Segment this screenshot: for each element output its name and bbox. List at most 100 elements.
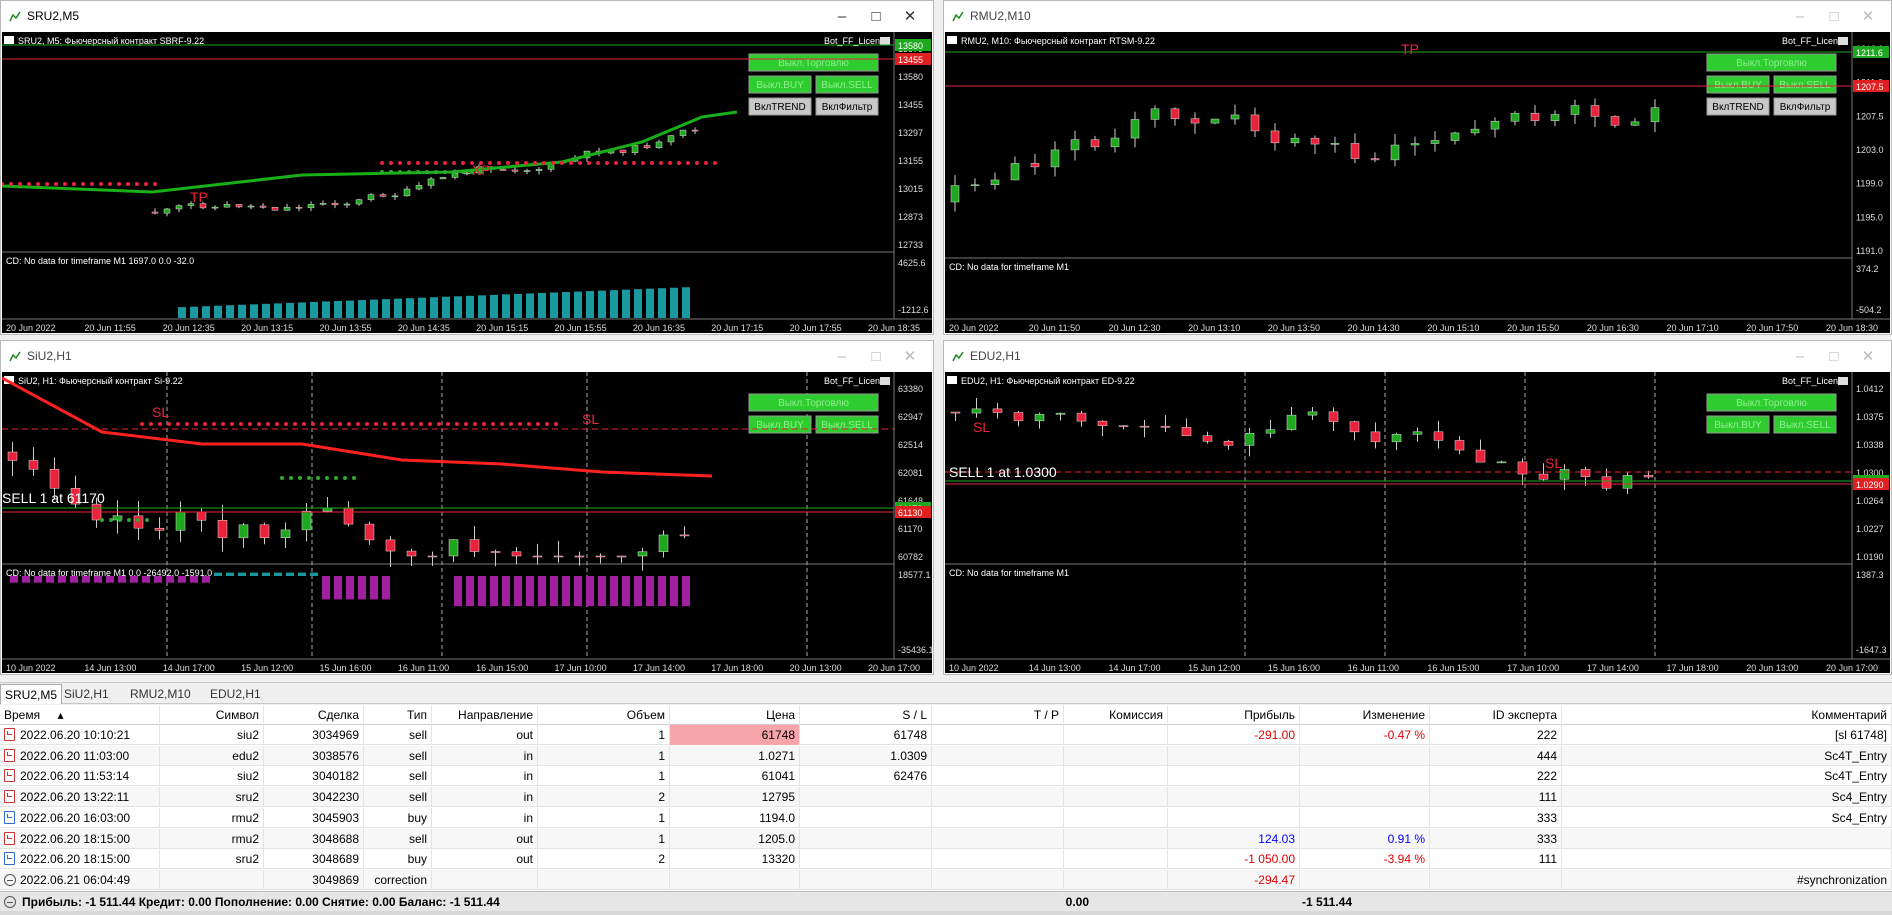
table-row[interactable]: 2022.06.20 13:22:11 sru2 3042230 sell in 2 127…	[0, 787, 1892, 808]
cell-type: sell	[364, 766, 432, 787]
signal-dot	[545, 422, 549, 426]
table-row[interactable]: 2022.06.20 18:15:00 sru2 3048689 buy out 2 133…	[0, 849, 1892, 870]
chart-window-rmu2[interactable]: RMU2,M10 – □ ✕ 1212.01211.61207.51203.01…	[943, 0, 1892, 335]
maximize-button[interactable]: □	[1817, 1, 1851, 32]
candle-body	[1454, 440, 1465, 451]
trend-toggle-button-label[interactable]: ВклTREND	[1712, 102, 1763, 113]
signal-dot	[551, 161, 555, 165]
window-title-bar[interactable]: SRU2,M5	[1, 1, 933, 32]
chart-icon	[9, 351, 21, 362]
price-chart[interactable]: 1357913580134551329713155130151287312733…	[2, 32, 932, 333]
price-chart[interactable]: 63380 62947 62514 62081 61648 61170 60782 18577…	[2, 372, 932, 673]
maximize-button[interactable]: □	[859, 1, 893, 32]
cell-type: sell	[364, 828, 432, 849]
time-scale-label: 20 Jun 15:50	[1507, 323, 1559, 333]
trend-toggle-button-label[interactable]: ВклTREND	[754, 102, 805, 113]
chart-window-sru2[interactable]: SRU2,M5 – □ ✕ 13579135801345513297131551…	[0, 0, 934, 335]
maximize-button[interactable]: □	[1817, 341, 1851, 372]
close-button[interactable]: ✕	[893, 1, 927, 32]
chart-canvas[interactable]: 1357913580134551329713155130151287312733…	[2, 32, 932, 333]
minimize-button[interactable]: –	[825, 341, 859, 372]
toggle-buy-button-label[interactable]: Выкл.BUY	[1714, 420, 1762, 431]
price-scale-label: 63380	[898, 384, 923, 394]
cell-symbol: sru2	[160, 787, 264, 808]
signal-dot	[63, 182, 67, 186]
histogram-bar	[214, 572, 222, 576]
histogram-bar	[466, 295, 474, 318]
filter-toggle-button-label[interactable]: ВклФильтр	[822, 102, 873, 113]
close-button[interactable]: ✕	[1851, 341, 1885, 372]
toggle-trading-button-label[interactable]: Выкл.Торговлю	[1736, 58, 1807, 69]
histogram-bar	[166, 576, 174, 583]
minimize-button[interactable]: –	[1783, 341, 1817, 372]
column-header[interactable]: Тип	[364, 705, 432, 725]
column-header[interactable]: Комментарий	[1562, 705, 1892, 725]
tab-siu2[interactable]: SiU2,H1	[60, 684, 113, 704]
chart-window-siu2[interactable]: SiU2,H1 – □ ✕ 63380 62947 62514 62081 61648 6…	[0, 340, 934, 675]
column-header[interactable]: Направление	[432, 705, 538, 725]
chart-canvas[interactable]: 1212.01211.61207.51203.01199.01195.01191…	[945, 32, 1890, 333]
table-row[interactable]: 2022.06.20 11:03:00 edu2 3038576 sell in 1 1.0…	[0, 745, 1892, 766]
column-header[interactable]: S / L	[800, 705, 932, 725]
column-header[interactable]: Прибыль	[1168, 705, 1300, 725]
filter-toggle-button-label[interactable]: ВклФильтр	[1780, 102, 1831, 113]
window-buttons: – □ ✕	[825, 341, 927, 372]
signal-dot	[293, 422, 297, 426]
toggle-sell-button-label[interactable]: Выкл.SELL	[821, 80, 873, 91]
close-button[interactable]: ✕	[1851, 1, 1885, 32]
table-row[interactable]: 2022.06.20 11:53:14 siu2 3040182 sell in 1 610…	[0, 766, 1892, 787]
column-header[interactable]: Цена	[670, 705, 800, 725]
column-header[interactable]: Сделка	[264, 705, 364, 725]
toggle-sell-button-label[interactable]: Выкл.SELL	[1779, 420, 1831, 431]
chart-window-edu2[interactable]: EDU2,H1 – □ ✕ 1.0412 1.0375 1.0338 1.0300 1.…	[943, 340, 1892, 675]
table-row[interactable]: 2022.06.20 18:15:00 rmu2 3048688 sell out 1 12…	[0, 828, 1892, 849]
maximize-button[interactable]: □	[859, 341, 893, 372]
column-header[interactable]: Объем	[538, 705, 670, 725]
column-header[interactable]: ID эксперта	[1430, 705, 1562, 725]
time-scale-label: 20 Jun 17:10	[1667, 323, 1719, 333]
window-title-bar[interactable]: SiU2,H1	[1, 341, 933, 372]
candle-body	[1370, 431, 1381, 443]
table-row[interactable]: 2022.06.20 16:03:00 rmu2 3045903 buy in 1 1194…	[0, 807, 1892, 828]
column-header[interactable]: Символ	[160, 705, 264, 725]
cell-deal: 3038576	[264, 745, 364, 766]
table-row[interactable]: 2022.06.20 10:10:21 siu2 3034969 sell out 1 61…	[0, 725, 1892, 745]
tab-rmu2[interactable]: RMU2,M10	[126, 684, 195, 704]
cell-type: buy	[364, 807, 432, 828]
tab-sru2[interactable]: SRU2,M5	[0, 684, 63, 704]
cell-time: 2022.06.20 10:10:21	[0, 725, 160, 745]
window-title: SiU2,H1	[27, 349, 72, 363]
column-header[interactable]: T / P	[932, 705, 1064, 725]
column-header[interactable]: Комиссия	[1064, 705, 1168, 725]
toggle-trading-button-label[interactable]: Выкл.Торговлю	[1736, 398, 1807, 409]
toggle-buy-button-label[interactable]: Выкл.BUY	[756, 80, 804, 91]
toggle-trading-button-label[interactable]: Выкл.Торговлю	[778, 58, 849, 69]
candle-body	[295, 206, 303, 209]
minimize-button[interactable]: –	[825, 1, 859, 32]
price-chart[interactable]: 1.0412 1.0375 1.0338 1.0300 1.0264 1.0227 1.01…	[945, 372, 1890, 673]
horizontal-scrollbar[interactable]	[0, 911, 1892, 915]
column-header[interactable]: Изменение	[1300, 705, 1430, 725]
window-title-bar[interactable]: RMU2,M10	[944, 1, 1891, 32]
cell-price: 12795	[670, 787, 800, 808]
close-button[interactable]: ✕	[893, 341, 927, 372]
histogram-bar	[610, 290, 618, 318]
candle-body	[1265, 429, 1276, 434]
histogram-bar	[286, 572, 294, 576]
chart-canvas[interactable]: 6338062947625146208161648611706078218577…	[2, 372, 932, 673]
histogram-bar	[178, 307, 186, 318]
time-scale-label: 20 Jun 2022	[949, 323, 999, 333]
candle-body	[1290, 137, 1300, 144]
candle-body	[679, 129, 687, 136]
tab-edu2[interactable]: EDU2,H1	[206, 684, 265, 704]
table-row[interactable]: 2022.06.21 06:04:49 3049869 correction -294…	[0, 869, 1892, 890]
window-title-bar[interactable]: EDU2,H1	[944, 341, 1891, 372]
chart-canvas[interactable]: 1.04121.03751.03381.03001.02641.02271.01…	[945, 372, 1890, 673]
minimize-button[interactable]: –	[1783, 1, 1817, 32]
candle-body	[1160, 425, 1171, 428]
column-header[interactable]: Время ▴	[0, 705, 160, 725]
time-scale-label: 14 Jun 17:00	[163, 663, 215, 673]
histogram-bar	[34, 576, 42, 583]
price-chart[interactable]: 1212.01211.61207.51203.01199.01195.01191…	[945, 32, 1890, 333]
toggle-trading-button-label[interactable]: Выкл.Торговлю	[778, 398, 849, 409]
